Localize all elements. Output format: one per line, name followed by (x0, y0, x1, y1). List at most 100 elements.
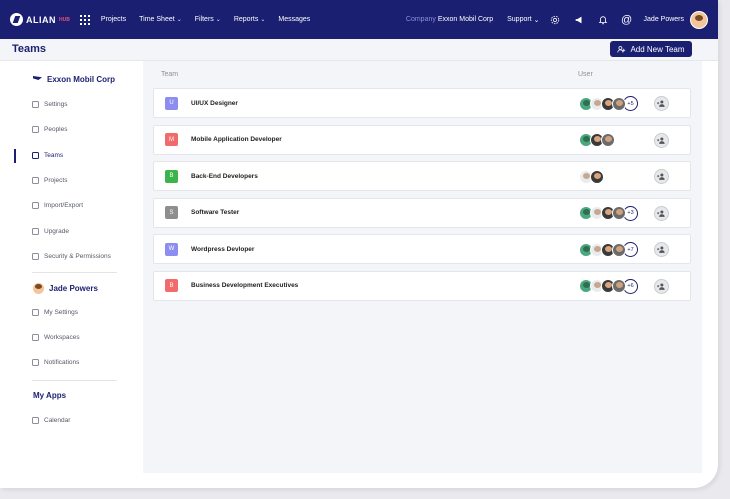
chevron-down-icon: ⌄ (533, 16, 540, 24)
company-name[interactable]: Exxon Mobil Corp (438, 16, 493, 23)
folder-icon (32, 176, 39, 184)
nav-item-projects[interactable]: Projects (101, 16, 126, 23)
avatar (612, 242, 626, 257)
table-row[interactable]: B Business Development Executives +6 (153, 270, 691, 301)
chevron-down-icon: ⌄ (176, 17, 182, 23)
team-initial-badge: U (165, 96, 178, 110)
sidebar-item-upgrade[interactable]: Upgrade (32, 227, 69, 235)
app-logo[interactable]: ALIAN HUB (10, 13, 70, 26)
add-user-icon (657, 173, 665, 180)
team-name[interactable]: Business Development Executives (191, 282, 298, 289)
gear-icon[interactable] (548, 13, 562, 27)
nav-item-reports[interactable]: Reports ⌄ (234, 16, 266, 23)
sidebar-org[interactable]: Exxon Mobil Corp (33, 75, 115, 84)
nav-item-time-sheet[interactable]: Time Sheet ⌄ (139, 16, 182, 23)
nav-item-label: Projects (100, 16, 127, 23)
sidebar-item-label: Workspaces (44, 334, 80, 341)
import-export-icon (32, 202, 39, 210)
sidebar-item-teams[interactable]: Teams (32, 151, 63, 159)
team-initial-badge: S (165, 206, 178, 219)
logo-icon (10, 13, 23, 26)
avatar (601, 133, 615, 147)
team-icon (32, 151, 39, 159)
table-row[interactable]: S Software Tester +3 (153, 197, 691, 228)
team-initial-badge: B (165, 169, 178, 183)
add-user-button[interactable] (654, 205, 669, 221)
user-avatar[interactable] (690, 10, 708, 29)
table-row[interactable]: U UI/UX Designer +5 (153, 88, 691, 118)
table-row[interactable]: W Wordpress Devloper +7 (153, 234, 691, 264)
add-new-team-button[interactable]: Add New Team (610, 41, 692, 57)
table-row[interactable]: B Back-End Developers (153, 161, 691, 191)
team-member-avatars[interactable] (579, 133, 615, 148)
sidebar-item-workspaces[interactable]: Workspaces (32, 334, 80, 341)
team-initial-badge: B (165, 279, 178, 292)
support-menu[interactable]: Support ⌄ (507, 16, 539, 24)
sidebar-user[interactable]: Jade Powers (33, 283, 98, 294)
megaphone-icon[interactable] (572, 13, 586, 27)
sidebar-item-my-settings[interactable]: My Settings (32, 309, 78, 316)
main-nav: Projects Time Sheet ⌄ Filters ⌄ Reports ⌄ Messa… (101, 16, 323, 23)
logo-sub: HUB (59, 16, 70, 23)
company-label: Company (405, 16, 436, 23)
column-header-user: User (578, 71, 593, 78)
sidebar-item-notifications[interactable]: Notifications (32, 359, 79, 366)
top-navigation-bar: ALIAN HUB Projects Time Sheet ⌄ Filters ⌄ Rep… (0, 0, 718, 39)
sidebar-item-calendar[interactable]: Calendar (32, 417, 70, 424)
team-initial-badge: W (165, 242, 178, 256)
nav-item-label: Reports (233, 16, 259, 23)
add-user-button[interactable] (654, 278, 669, 294)
nav-item-filters[interactable]: Filters ⌄ (195, 16, 221, 23)
sidebar: Exxon Mobil Corp Settings Peoples Teams Pro… (0, 61, 143, 488)
apps-grid-icon[interactable] (79, 14, 90, 25)
team-name[interactable]: Wordpress Devloper (191, 246, 254, 253)
at-mention-icon[interactable]: @ (620, 13, 634, 27)
team-name[interactable]: Mobile Application Developer (191, 136, 282, 143)
people-icon (32, 126, 39, 134)
sidebar-item-label: Import/Export (44, 202, 84, 210)
avatar (612, 279, 626, 293)
bell-icon[interactable] (596, 13, 610, 27)
team-member-avatars[interactable]: +7 (579, 242, 638, 257)
add-user-button[interactable] (654, 169, 669, 184)
add-user-icon (657, 210, 665, 217)
add-user-button[interactable] (654, 132, 669, 148)
org-name: Exxon Mobil Corp (47, 75, 115, 84)
workspace-icon (32, 334, 39, 341)
sidebar-apps-title: My Apps (33, 391, 67, 400)
sidebar-item-label: My Settings (44, 309, 78, 316)
teams-panel: Team User U UI/UX Designer +5 M Mobile Appli… (143, 61, 702, 473)
team-member-avatars[interactable]: +6 (579, 278, 638, 294)
add-user-icon (657, 100, 665, 107)
user-name[interactable]: Jade Powers (644, 16, 684, 23)
add-user-icon (657, 283, 665, 290)
add-new-team-label: Add New Team (630, 44, 685, 54)
team-name[interactable]: Back-End Developers (191, 173, 258, 180)
add-user-button[interactable] (654, 96, 669, 111)
active-indicator (14, 148, 16, 163)
sidebar-item-projects[interactable]: Projects (32, 176, 67, 184)
sidebar-user-name: Jade Powers (49, 284, 98, 293)
nav-item-label: Filters (194, 16, 214, 23)
sidebar-item-settings[interactable]: Settings (32, 101, 68, 108)
gear-icon (32, 101, 39, 108)
add-user-button[interactable] (654, 242, 669, 257)
table-row[interactable]: M Mobile Application Developer (153, 124, 691, 155)
team-member-avatars[interactable] (579, 169, 604, 184)
sidebar-item-import-export[interactable]: Import/Export (32, 202, 84, 210)
team-name[interactable]: Software Tester (191, 209, 239, 216)
nav-right: Company Exxon Mobil Corp Support ⌄ @ Jad… (405, 10, 708, 29)
sidebar-item-label: Calendar (44, 417, 71, 424)
team-member-avatars[interactable]: +3 (579, 205, 638, 221)
nav-item-messages[interactable]: Messages (278, 16, 310, 23)
team-member-avatars[interactable]: +5 (579, 96, 638, 111)
sidebar-item-peoples[interactable]: Peoples (32, 126, 68, 134)
sidebar-divider (32, 380, 117, 381)
team-name[interactable]: UI/UX Designer (191, 100, 238, 107)
avatar (33, 283, 44, 294)
sidebar-item-security-permissions[interactable]: Security & Permissions (32, 252, 111, 260)
flag-icon (33, 76, 42, 83)
add-user-icon (657, 137, 665, 144)
sidebar-divider (32, 272, 117, 273)
avatar (590, 169, 604, 184)
